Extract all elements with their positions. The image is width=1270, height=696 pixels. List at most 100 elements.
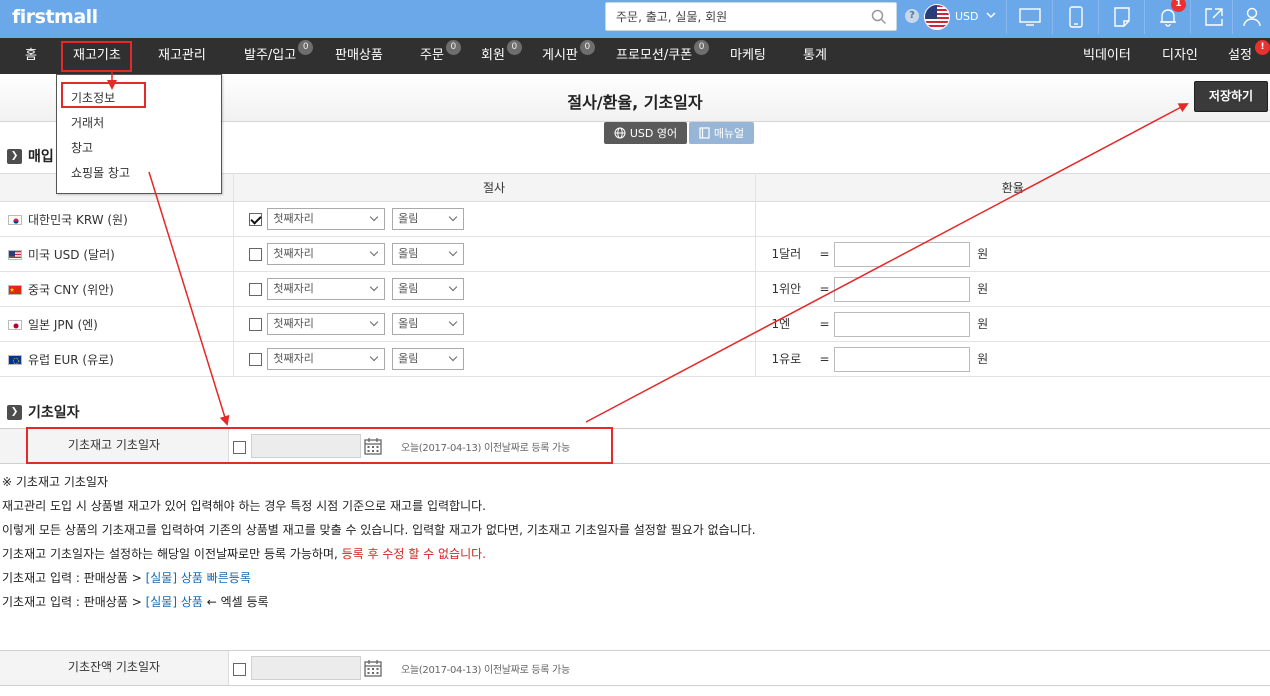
nav-badge: 0 (445, 40, 461, 55)
rate-won: 원 (977, 246, 989, 261)
nav-label: 마케팅 (730, 48, 766, 63)
nav-marketing[interactable]: 마케팅 (730, 38, 766, 74)
country-name: 일본 JPN (엔) (28, 317, 98, 332)
round-select[interactable]: 올림 (392, 278, 465, 300)
product-link[interactable]: [실물] 상품 (146, 595, 203, 609)
digit-select[interactable]: 첫째자리 (267, 278, 386, 300)
calendar-icon[interactable] (364, 659, 382, 677)
help-icon[interactable]: ? (905, 9, 919, 23)
user-icon[interactable] (1232, 0, 1270, 34)
round-select[interactable]: 올림 (392, 208, 465, 230)
rate-won: 원 (977, 281, 989, 296)
nav-order-receive[interactable]: 발주/입고0 (244, 38, 314, 74)
rate-cell: 1위안 = 원 (755, 271, 1270, 307)
manual-button[interactable]: 매뉴얼 (689, 122, 754, 144)
rate-won: 원 (977, 316, 989, 331)
chevron-down-icon[interactable] (986, 10, 996, 20)
save-button[interactable]: 저장하기 (1194, 81, 1268, 112)
nav-bigdata[interactable]: 빅데이터 (1083, 38, 1131, 74)
usd-language-button[interactable]: USD 영어 (604, 122, 687, 144)
cut-checkbox[interactable] (248, 352, 262, 366)
settings-alert-badge: ! (1255, 40, 1270, 55)
nav-products[interactable]: 판매상품 (335, 38, 383, 74)
rate-input[interactable] (834, 346, 971, 372)
currency-selector[interactable]: USD (955, 10, 979, 23)
nav-promotion[interactable]: 프로모션/쿠폰0 (616, 38, 710, 74)
highlight-box-dropdown (61, 82, 146, 108)
note-text: 기초재고 입력 : 판매상품 > (2, 571, 146, 585)
note-line-4: 기초재고 입력 : 판매상품 > [실물] 상품 빠른등록 (2, 569, 251, 586)
nav-board[interactable]: 게시판0 (542, 38, 595, 74)
search-icon[interactable] (871, 9, 887, 25)
rate-cell: 1달러 = 원 (755, 236, 1270, 272)
nav-members[interactable]: 회원0 (481, 38, 522, 74)
note-text: 기초재고 입력 : 판매상품 > (2, 595, 146, 609)
balance-base-date-label: 기초잔액 기초일자 (0, 651, 229, 685)
cut-checkbox[interactable] (248, 317, 262, 331)
cut-cell: 첫째자리 올림 (233, 306, 756, 342)
note-line-5: 기초재고 입력 : 판매상품 > [실물] 상품 ← 엑셀 등록 (2, 593, 269, 610)
nav-settings[interactable]: 설정 (1228, 38, 1252, 74)
nav-home[interactable]: 홈 (25, 38, 37, 74)
dropdown-item-warehouse[interactable]: 창고 (71, 139, 93, 156)
nav-stock-manage[interactable]: 재고관리 (158, 38, 206, 74)
digit-select[interactable]: 첫째자리 (267, 348, 386, 370)
round-select[interactable]: 올림 (392, 313, 465, 335)
rate-equals: = (819, 351, 830, 366)
cut-checkbox[interactable] (248, 212, 262, 226)
book-icon (699, 127, 710, 139)
memo-icon[interactable] (1098, 0, 1144, 34)
monitor-icon[interactable] (1006, 0, 1052, 34)
round-select[interactable]: 올림 (392, 348, 465, 370)
nav-orders[interactable]: 주문0 (420, 38, 461, 74)
nav-stats[interactable]: 통계 (803, 38, 827, 74)
balance-base-date-checkbox[interactable] (233, 663, 246, 676)
mobile-icon[interactable] (1052, 0, 1098, 34)
cut-cell: 첫째자리 올림 (233, 201, 756, 237)
rate-unit: 1위안 (771, 281, 802, 296)
dropdown-item-mall-warehouse[interactable]: 쇼핑몰 창고 (71, 164, 130, 181)
eu-flag-icon (8, 355, 22, 365)
cut-cell: 첫째자리 올림 (233, 341, 756, 377)
nav-label: 디자인 (1162, 48, 1198, 63)
globe-icon (614, 127, 626, 139)
note-text: ← 엑셀 등록 (202, 595, 269, 609)
highlight-box-base-date (26, 427, 613, 464)
dropdown-item-vendors[interactable]: 거래처 (71, 114, 104, 131)
cut-checkbox[interactable] (248, 282, 262, 296)
digit-select[interactable]: 첫째자리 (267, 208, 386, 230)
balance-base-date-hint: 오늘(2017-04-13) 이전날짜로 등록 가능 (401, 665, 570, 676)
note-warning: 등록 후 수정 할 수 없습니다. (341, 547, 486, 561)
nav-label: 주문 (420, 48, 444, 63)
search-input[interactable] (606, 3, 856, 30)
rate-cell: 1유로 = 원 (755, 341, 1270, 377)
table-row: 유럽 EUR (유로) 첫째자리 올림 1유로 = 원 (0, 341, 1270, 377)
round-select[interactable]: 올림 (392, 243, 465, 265)
nav-design[interactable]: 디자인 (1162, 38, 1198, 74)
quick-register-link[interactable]: [실물] 상품 빠른등록 (146, 571, 251, 585)
rate-input[interactable] (834, 311, 971, 337)
logo[interactable]: firstmall (12, 6, 98, 28)
nav-label: 발주/입고 (244, 48, 297, 63)
country-cell: 일본 JPN (엔) (0, 306, 234, 342)
nav-label: 빅데이터 (1083, 48, 1131, 63)
balance-base-date-input[interactable] (251, 656, 361, 680)
cut-cell: 첫째자리 올림 (233, 271, 756, 307)
nav-label: 회원 (481, 48, 505, 63)
rate-input[interactable] (834, 276, 971, 302)
country-name: 유럽 EUR (유로) (28, 352, 114, 367)
digit-select[interactable]: 첫째자리 (267, 313, 386, 335)
digit-select[interactable]: 첫째자리 (267, 243, 386, 265)
country-name: 대한민국 KRW (원) (28, 212, 128, 227)
country-cell: 중국 CNY (위안) (0, 271, 234, 307)
cut-checkbox[interactable] (248, 247, 262, 261)
search-box[interactable] (605, 2, 897, 31)
section-arrow-icon: ❯ (7, 149, 22, 164)
kr-flag-icon (8, 215, 22, 225)
external-link-icon[interactable] (1190, 0, 1236, 34)
rate-input[interactable] (834, 241, 971, 267)
nav-badge: 0 (579, 40, 595, 55)
country-cell: 유럽 EUR (유로) (0, 341, 234, 377)
table-row: 대한민국 KRW (원) 첫째자리 올림 (0, 201, 1270, 237)
us-flag-icon[interactable] (924, 4, 950, 30)
